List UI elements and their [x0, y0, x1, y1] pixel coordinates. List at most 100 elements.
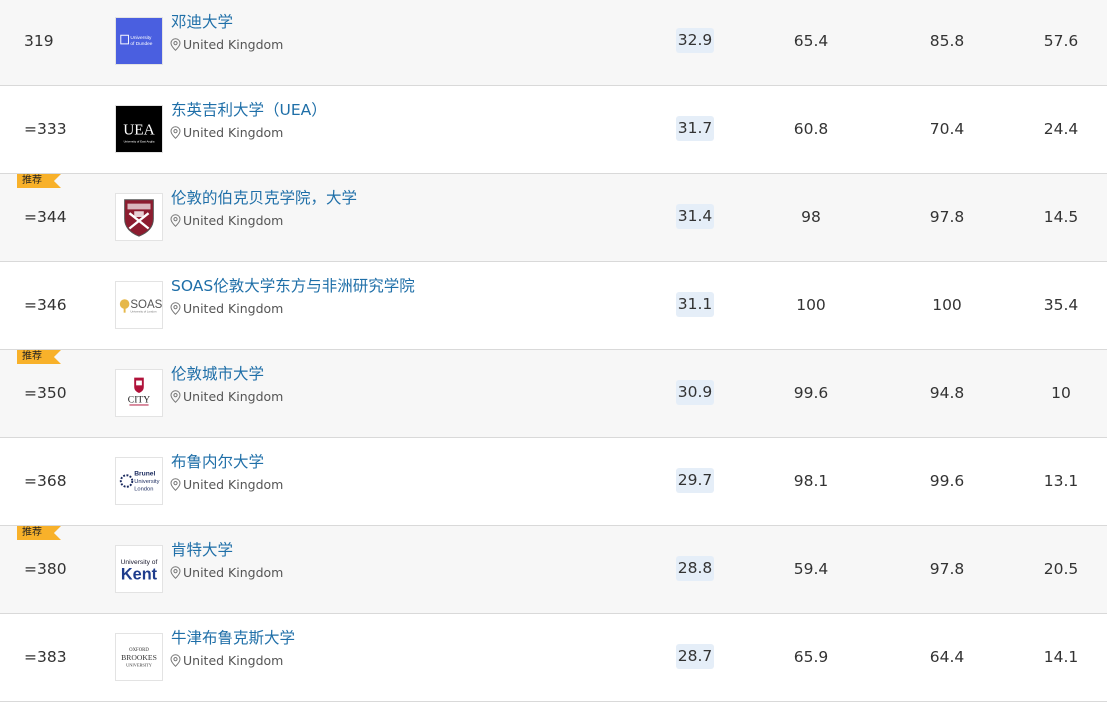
overall-score: 31.7 — [676, 116, 714, 141]
table-row[interactable]: 推荐 =350 CITY 伦敦城市大学 United Kingdom 30.9 99.6 94… — [0, 350, 1107, 438]
rank: =333 — [24, 120, 67, 138]
score-column-2: 100 — [932, 296, 962, 314]
location: United Kingdom — [170, 37, 283, 52]
location: United Kingdom — [170, 213, 283, 228]
score-column-1: 99.6 — [793, 384, 829, 402]
location-pin-icon — [170, 302, 181, 315]
score-column-3: 57.6 — [1043, 32, 1079, 50]
university-logo[interactable] — [115, 193, 163, 241]
location-pin-icon — [170, 390, 181, 403]
location: United Kingdom — [170, 565, 283, 580]
score-column-2: 70.4 — [929, 120, 965, 138]
location-pin-icon — [170, 566, 181, 579]
logo-text-line-1: UEA — [123, 122, 155, 139]
university-logo[interactable]: SOAS University of London — [115, 281, 163, 329]
location: United Kingdom — [170, 477, 283, 492]
rank: =368 — [24, 472, 67, 490]
score-column-2: 99.6 — [929, 472, 965, 490]
logo-text-line-1: University — [130, 35, 152, 41]
overall-score: 30.9 — [676, 380, 714, 405]
logo-text-line-1: Brunel — [134, 470, 155, 477]
score-column-3: 35.4 — [1043, 296, 1079, 314]
table-row[interactable]: =383 OXFORD BROOKES UNIVERSITY 牛津布鲁克斯大学 Unite… — [0, 614, 1107, 702]
table-row[interactable]: =368 Brunel University London 布鲁内尔大学 United K… — [0, 438, 1107, 526]
score-column-2: 64.4 — [929, 648, 965, 666]
score-column-2: 94.8 — [929, 384, 965, 402]
location: United Kingdom — [170, 653, 283, 668]
score-column-1: 98 — [801, 208, 821, 226]
score-column-2: 97.8 — [929, 208, 965, 226]
rank: =346 — [24, 296, 67, 314]
table-row[interactable]: 推荐 =380 University of Kent 肯特大学 United Kingdo… — [0, 526, 1107, 614]
logo-text-line-2: of Dundee — [130, 41, 152, 47]
score-column-1: 59.4 — [793, 560, 829, 578]
logo-text-line-1: CITY — [128, 395, 150, 406]
university-name-link[interactable]: 牛津布鲁克斯大学 — [171, 626, 295, 648]
university-logo[interactable]: University of Kent — [115, 545, 163, 593]
rank: =380 — [24, 560, 67, 578]
country: United Kingdom — [183, 565, 284, 580]
score-column-3: 10 — [1051, 384, 1071, 402]
university-logo[interactable]: CITY — [115, 369, 163, 417]
country: United Kingdom — [183, 37, 284, 52]
score-column-3: 13.1 — [1043, 472, 1079, 490]
logo-text-line-2: University of London — [130, 310, 156, 314]
logo-text-line-3: UNIVERSITY — [126, 663, 152, 668]
logo-text-line-2: University of East Anglia — [124, 139, 155, 143]
table-row[interactable]: 319 University of Dundee 邓迪大学 United Kingdom… — [0, 0, 1107, 86]
university-name-link[interactable]: SOAS伦敦大学东方与非洲研究学院 — [171, 274, 415, 296]
university-logo[interactable]: UEA University of East Anglia — [115, 105, 163, 153]
overall-score: 32.9 — [676, 28, 714, 53]
score-column-3: 14.1 — [1043, 648, 1079, 666]
score-column-3: 14.5 — [1043, 208, 1079, 226]
score-column-2: 85.8 — [929, 32, 965, 50]
location-pin-icon — [170, 38, 181, 51]
country: United Kingdom — [183, 653, 284, 668]
table-row[interactable]: 推荐 =344 伦敦的伯克贝克学院，大学 United Kingdom 31.4 98 97… — [0, 174, 1107, 262]
overall-score: 31.1 — [676, 292, 714, 317]
location: United Kingdom — [170, 125, 283, 140]
country: United Kingdom — [183, 301, 284, 316]
university-logo[interactable]: University of Dundee — [115, 17, 163, 65]
university-name-link[interactable]: 肯特大学 — [171, 538, 233, 560]
location-pin-icon — [170, 654, 181, 667]
score-column-2: 97.8 — [929, 560, 965, 578]
location-pin-icon — [170, 478, 181, 491]
location: United Kingdom — [170, 389, 283, 404]
location-pin-icon — [170, 214, 181, 227]
score-column-1: 60.8 — [793, 120, 829, 138]
score-column-1: 98.1 — [793, 472, 829, 490]
location: United Kingdom — [170, 301, 283, 316]
rank: =383 — [24, 648, 67, 666]
university-name-link[interactable]: 布鲁内尔大学 — [171, 450, 264, 472]
country: United Kingdom — [183, 389, 284, 404]
university-logo[interactable]: Brunel University London — [115, 457, 163, 505]
country: United Kingdom — [183, 477, 284, 492]
location-pin-icon — [170, 126, 181, 139]
table-row[interactable]: =333 UEA University of East Anglia 东英吉利大学（U… — [0, 86, 1107, 174]
university-name-link[interactable]: 伦敦城市大学 — [171, 362, 264, 384]
logo-text-line-2: University — [134, 479, 159, 485]
score-column-3: 24.4 — [1043, 120, 1079, 138]
university-name-link[interactable]: 伦敦的伯克贝克学院，大学 — [171, 186, 357, 208]
ranking-table: 319 University of Dundee 邓迪大学 United Kingdom… — [0, 0, 1107, 702]
rank: =350 — [24, 384, 67, 402]
rank: =344 — [24, 208, 67, 226]
logo-text-line-2: Kent — [121, 566, 158, 584]
country: United Kingdom — [183, 213, 284, 228]
rank: 319 — [24, 32, 54, 50]
table-row[interactable]: =346 SOAS University of London SOAS伦敦大学东方与非… — [0, 262, 1107, 350]
overall-score: 31.4 — [676, 204, 714, 229]
university-name-link[interactable]: 邓迪大学 — [171, 10, 233, 32]
logo-text-line-2: BROOKES — [121, 653, 157, 662]
university-name-link[interactable]: 东英吉利大学（UEA） — [171, 98, 327, 120]
country: United Kingdom — [183, 125, 284, 140]
overall-score: 28.8 — [676, 556, 714, 581]
score-column-1: 100 — [796, 296, 826, 314]
score-column-3: 20.5 — [1043, 560, 1079, 578]
university-logo[interactable]: OXFORD BROOKES UNIVERSITY — [115, 633, 163, 681]
score-column-1: 65.4 — [793, 32, 829, 50]
overall-score: 28.7 — [676, 644, 714, 669]
overall-score: 29.7 — [676, 468, 714, 493]
score-column-1: 65.9 — [793, 648, 829, 666]
